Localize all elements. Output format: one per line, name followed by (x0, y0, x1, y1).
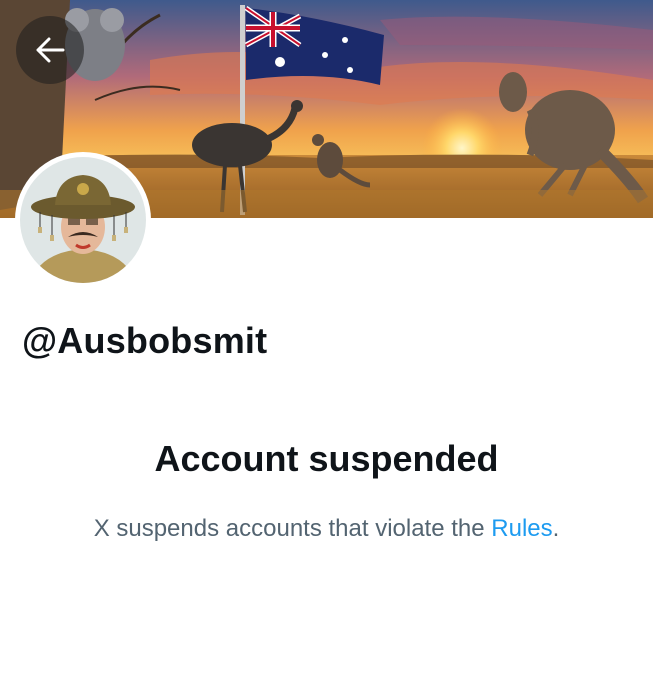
back-button[interactable] (16, 16, 84, 84)
suspended-title: Account suspended (154, 438, 499, 479)
rules-link[interactable]: Rules (491, 515, 552, 542)
suspended-message: X suspends accounts that violate the Rul… (0, 515, 653, 543)
profile-handle: @Ausbobsmit (22, 320, 268, 361)
avatar-image (20, 157, 146, 283)
suspended-message-text: X suspends accounts that violate the (93, 515, 492, 542)
arrow-left-icon (36, 37, 65, 63)
profile-avatar[interactable] (15, 152, 151, 288)
suspended-message-period: . (552, 515, 560, 542)
